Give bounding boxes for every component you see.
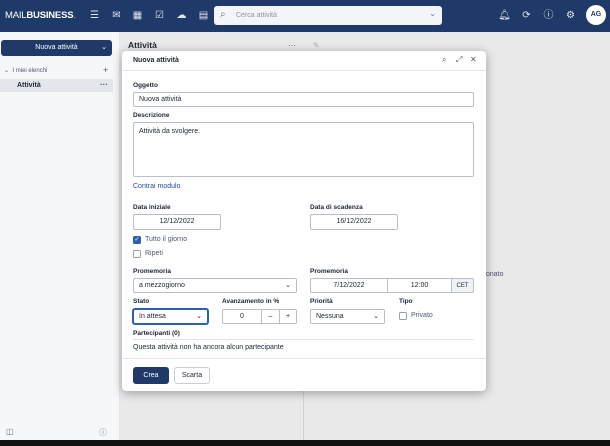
panel-toggle-icon[interactable]: ◫ xyxy=(6,427,14,436)
priorita-select[interactable]: Nessuna ⌄ xyxy=(310,309,385,324)
oggetto-label: Oggetto xyxy=(133,82,158,89)
timezone-badge: CET xyxy=(451,278,474,293)
sidebar-item-attivita[interactable]: Attività ··· xyxy=(0,79,113,92)
promemoria-selected-value: a mezzogiorno xyxy=(139,282,185,289)
footer-divider xyxy=(122,358,486,359)
dialog-title: Nuova attività xyxy=(133,57,179,64)
new-task-label: Nuova attività xyxy=(35,44,78,51)
sidebar: Nuova attività ⌄ ⌄ I miei elenchi + Attivi… xyxy=(0,32,120,446)
bell-icon[interactable]: 🔔︎ xyxy=(498,9,511,22)
data-iniziale-input[interactable]: 12/12/2022 xyxy=(133,214,221,230)
data-iniziale-label: Data iniziale xyxy=(133,204,171,211)
chevron-down-icon: ⌄ xyxy=(196,313,202,320)
cloud-icon[interactable]: ☁ xyxy=(175,9,188,22)
calendar-icon[interactable]: ▦ xyxy=(131,9,144,22)
crea-button[interactable]: Crea xyxy=(133,367,169,384)
add-list-icon[interactable]: + xyxy=(103,65,108,75)
document-icon[interactable]: ▤ xyxy=(197,9,210,22)
partecipanti-label: Partecipanti (0) xyxy=(133,330,180,337)
stato-select[interactable]: In attesa ⌄ xyxy=(133,309,208,324)
oggetto-input[interactable]: Nuova attività xyxy=(133,92,474,107)
descrizione-label: Descrizione xyxy=(133,112,170,119)
tutto-il-giorno-label: Tutto il giorno xyxy=(145,236,188,243)
chevron-down-icon[interactable]: ⌄ xyxy=(429,9,436,18)
partecipanti-empty-text: Questa attività non ha ancora alcun part… xyxy=(133,344,284,351)
descrizione-textarea[interactable]: Attività da svolgere. xyxy=(133,122,474,177)
privato-checkbox[interactable] xyxy=(399,312,407,320)
lists-header[interactable]: ⌄ I miei elenchi + xyxy=(4,65,108,75)
stato-label: Stato xyxy=(133,298,150,305)
contrai-modulo-link[interactable]: Contrai modulo xyxy=(133,183,180,190)
promemoria-label: Promemoria xyxy=(133,268,171,275)
new-task-button[interactable]: Nuova attività ⌄ xyxy=(1,40,112,56)
close-icon[interactable]: ✕ xyxy=(470,55,477,65)
top-bar: MAILBUSINESS. ☰ ✉ ▦ ☑ ☁ ▤ ⌕ Cerca attivi… xyxy=(0,0,610,32)
ripeti-checkbox[interactable] xyxy=(133,250,141,258)
data-scadenza-label: Data di scadenza xyxy=(310,204,363,211)
priorita-label: Priorità xyxy=(310,298,333,305)
avanzamento-label: Avanzamento in % xyxy=(222,298,280,305)
chevron-down-icon: ⌄ xyxy=(285,282,291,289)
priorita-selected-value: Nessuna xyxy=(316,313,344,320)
scarta-button[interactable]: Scarta xyxy=(174,367,210,384)
promemoria-time-input[interactable]: 12:00 xyxy=(387,278,452,293)
info-icon[interactable]: ⓘ xyxy=(99,427,107,438)
privato-label: Privato xyxy=(411,312,433,319)
bottom-bar xyxy=(0,440,610,446)
new-task-dialog: Nuova attività ⌕ ⤢ ✕ Oggetto Nuova attiv… xyxy=(122,51,486,391)
tutto-il-giorno-checkbox[interactable]: ✓ xyxy=(133,236,141,244)
promemoria-date-label: Promemoria xyxy=(310,268,348,275)
lists-header-label: I miei elenchi xyxy=(12,68,48,74)
avatar[interactable]: AG xyxy=(586,5,606,25)
expand-icon[interactable]: ⤢ xyxy=(456,55,462,65)
sync-icon[interactable]: ⟳ xyxy=(520,9,533,22)
help-icon[interactable]: ⓘ xyxy=(542,9,555,22)
app-logo[interactable]: MAILBUSINESS. xyxy=(5,10,76,21)
data-scadenza-input[interactable]: 16/12/2022 xyxy=(310,214,398,230)
mail-icon[interactable]: ✉ xyxy=(110,9,123,22)
gear-icon[interactable]: ⚙ xyxy=(564,9,577,22)
menu-icon[interactable]: ☰ xyxy=(88,9,101,22)
increment-button[interactable]: + xyxy=(279,309,297,324)
search-input[interactable]: Cerca attività xyxy=(236,12,277,19)
chevron-down-icon: ⌄ xyxy=(373,313,379,320)
stato-selected-value: In attesa xyxy=(139,313,166,320)
header-divider xyxy=(122,70,486,71)
sidebar-item-label: Attività xyxy=(17,82,41,89)
promemoria-date-input[interactable]: 7/12/2022 xyxy=(310,278,388,293)
chat-icon[interactable]: ⌕ xyxy=(442,55,446,65)
ripeti-label: Ripeti xyxy=(145,250,163,257)
tipo-label: Tipo xyxy=(399,298,413,305)
decrement-button[interactable]: – xyxy=(261,309,280,324)
avanzamento-input[interactable]: 0 xyxy=(222,309,262,324)
search-icon: ⌕ xyxy=(220,9,226,20)
partecipanti-divider xyxy=(133,339,474,340)
search-bar[interactable]: ⌕ Cerca attività ⌄ xyxy=(214,6,442,25)
more-options-icon[interactable]: ··· xyxy=(100,80,108,89)
tasks-icon[interactable]: ☑ xyxy=(153,9,166,22)
promemoria-select[interactable]: a mezzogiorno ⌄ xyxy=(133,278,297,293)
chevron-down-icon[interactable]: ⌄ xyxy=(101,40,107,56)
